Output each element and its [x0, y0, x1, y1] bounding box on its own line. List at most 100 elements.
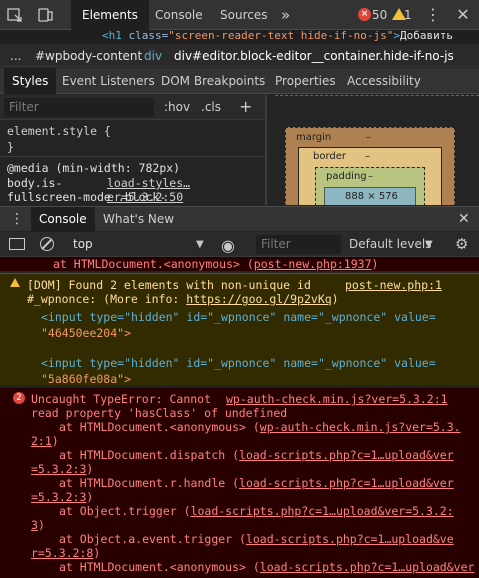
drawer-menu-icon[interactable]: ⋮ [10, 207, 24, 232]
warning-input-1-value: "46450ee204"> [41, 326, 132, 340]
warning-source-link[interactable]: post-new.php:1 [345, 278, 442, 292]
breadcrumb-div[interactable]: div [144, 45, 162, 66]
stack-frame-5-end: ) [93, 546, 101, 560]
log-levels-select[interactable]: Default levels [349, 232, 431, 257]
new-style-rule-button[interactable]: + [239, 97, 252, 116]
console-settings-gear-icon[interactable]: ⚙ [455, 232, 468, 257]
stack-frame-2-link[interactable]: load-scripts.php?c=1…upload&ver [239, 448, 454, 462]
hov-toggle[interactable]: :hov [164, 100, 190, 114]
more-options-icon[interactable]: ⋮ [424, 6, 442, 24]
padding-value: – [368, 171, 373, 182]
device-toolbar-icon[interactable] [6, 6, 24, 24]
console-filter-input[interactable]: Filter [256, 235, 341, 254]
warning-input-2-tag: <input type="hidden" id="_wpnonce" name=… [41, 356, 436, 370]
breadcrumb: ... #wpbody-content div div#editor.block… [0, 45, 479, 67]
code-tag-open: <h1 [102, 30, 122, 42]
stack-frame-1-link-cont[interactable]: 2:1 [31, 434, 52, 448]
error-message-1: Uncaught TypeError: Cannot [31, 392, 212, 406]
console-error-tail: at HTMLDocument.<anonymous> (post-new.ph… [0, 257, 479, 271]
stack-frame-3-link[interactable]: load-scripts.php?c=1…upload&ver [239, 476, 454, 490]
media-query: @media (min-width: 782px) [7, 161, 181, 175]
tab-dom-breakpoints[interactable]: DOM Breakpoints [161, 68, 265, 94]
styles-filter-row: Filter :hov .cls + [0, 95, 265, 120]
drawer-tab-console[interactable]: Console [31, 207, 95, 232]
close-icon[interactable]: ✕ [454, 6, 472, 24]
stack-frame-3-end: ) [86, 490, 94, 504]
console-error: 2 Uncaught TypeError: Cannot wp-auth-che… [0, 387, 479, 578]
styles-filter-input[interactable]: Filter [4, 98, 154, 117]
context-select[interactable]: top [73, 232, 93, 257]
sidebar-toggle-icon[interactable] [9, 238, 25, 250]
live-expression-eye-icon[interactable]: ◉ [221, 233, 235, 258]
rule-selector-2: fullscreen-mode .block- [7, 190, 167, 204]
stack-frame-link[interactable]: post-new.php:1937 [254, 257, 372, 271]
devtools-top-bar: Elements Console Sources » × 50 1 ⋮ ✕ [0, 0, 479, 30]
warning-more-info-link[interactable]: https://goo.gl/9p2vKq [186, 292, 331, 306]
stack-frame-text: at HTMLDocument.<anonymous> [53, 257, 240, 271]
stack-frame-2-link-cont[interactable]: =5.3.2:3 [31, 462, 86, 476]
console-toolbar: top ▼ ◉ Filter Default levels ▼ ⚙ [0, 232, 479, 257]
error-count[interactable]: 50 [372, 0, 387, 30]
warning-input-1-tag: <input type="hidden" id="_wpnonce" name=… [41, 310, 436, 324]
tab-styles[interactable]: Styles [4, 68, 57, 94]
margin-value: – [366, 132, 371, 143]
stack-frame-4-link[interactable]: load-scripts.php?c=1…upload&ver=5.3.2: [191, 504, 454, 518]
stack-frame-4-end: ) [37, 518, 45, 532]
border-value: – [365, 151, 370, 162]
breadcrumb-ellipsis[interactable]: ... [10, 45, 21, 66]
code-attr: class= [128, 30, 169, 42]
breadcrumb-editor[interactable]: div#editor.block-editor__container.hide-… [174, 45, 454, 66]
breadcrumb-wpbody[interactable]: #wpbody-content [35, 45, 142, 66]
code-text: Добавить [400, 30, 454, 42]
warning-input-1[interactable]: <input type="hidden" id="_wpnonce" name=… [41, 310, 436, 324]
warning-count[interactable]: 1 [404, 0, 412, 30]
content-size: 888 × 576 [345, 191, 398, 202]
tab-properties[interactable]: Properties [275, 68, 336, 94]
styles-pane: element.style { } @media (min-width: 782… [0, 121, 265, 205]
cls-toggle[interactable]: .cls [201, 100, 221, 114]
warning-text-2-end: ) [331, 292, 339, 306]
box-border[interactable]: border – padding – 888 × 576 [298, 147, 442, 205]
drawer-tab-bar: ⋮ Console What's New ✕ [0, 206, 479, 232]
styles-subtabs: Styles Event Listeners DOM Breakpoints P… [0, 68, 479, 94]
elements-code-line[interactable]: <h1 class="screen-reader-text hide-if-no… [0, 30, 479, 44]
error-repeat-count: 2 [13, 392, 25, 404]
box-model-pane: margin – border – padding – 888 × 576 [267, 95, 479, 205]
stack-frame-5-link[interactable]: load-scripts.php?c=1…upload&ve [246, 532, 454, 546]
stack-frame-1-end: ) [51, 434, 59, 448]
tab-elements[interactable]: Elements [71, 0, 149, 30]
error-message-2: read property 'hasClass' of undefined [31, 406, 288, 420]
tab-sources[interactable]: Sources [220, 0, 267, 30]
box-padding[interactable]: padding – 888 × 576 [315, 167, 425, 205]
box-margin[interactable]: margin – border – padding – 888 × 576 [285, 127, 455, 205]
inspect-device-icon[interactable] [36, 6, 54, 24]
tab-accessibility[interactable]: Accessibility [347, 68, 421, 94]
element-style-rule[interactable]: element.style { [7, 124, 111, 138]
console-warning: [DOM] Found 2 elements with non-unique i… [0, 273, 479, 386]
drawer-tab-whats-new[interactable]: What's New [103, 207, 174, 232]
stack-frame-5-link-cont[interactable]: r=5.3.2:8 [31, 546, 93, 560]
stack-frame-6: at HTMLDocument.<anonymous> ( [59, 560, 260, 574]
more-tabs-button[interactable]: » [281, 0, 290, 30]
stack-frame-4-link-cont[interactable]: 3 [31, 518, 38, 532]
stack-frame-1-link[interactable]: wp-auth-check.min.js?ver=5.3. [260, 420, 461, 434]
stack-frame-3: at HTMLDocument.r.handle ( [59, 476, 240, 490]
drawer-close-icon[interactable]: ✕ [458, 207, 470, 232]
clear-console-icon[interactable] [40, 237, 54, 251]
warning-icon [10, 278, 20, 287]
levels-dropdown-icon[interactable]: ▼ [425, 232, 433, 257]
border-label: border [313, 151, 347, 162]
tab-console[interactable]: Console [155, 0, 203, 30]
code-attr-value: "screen-reader-text hide-if-no-js" [168, 30, 394, 42]
tab-event-listeners[interactable]: Event Listeners [62, 68, 155, 94]
warning-input-2[interactable]: <input type="hidden" id="_wpnonce" name=… [41, 356, 436, 370]
error-source-link[interactable]: wp-auth-check.min.js?ver=5.3.2:1 [226, 392, 448, 406]
stack-frame-3-link-cont[interactable]: =5.3.2:3 [31, 490, 86, 504]
rule-divider [0, 156, 265, 157]
stack-frame-6-link[interactable]: load-scripts.php?c=1…upload&ver [260, 560, 475, 574]
context-dropdown-icon[interactable]: ▼ [196, 232, 204, 257]
error-count-icon[interactable]: × [358, 8, 371, 21]
rule-selector-1: body.is- [7, 176, 63, 190]
margin-label: margin [296, 132, 332, 143]
box-content[interactable]: 888 × 576 [324, 187, 416, 205]
